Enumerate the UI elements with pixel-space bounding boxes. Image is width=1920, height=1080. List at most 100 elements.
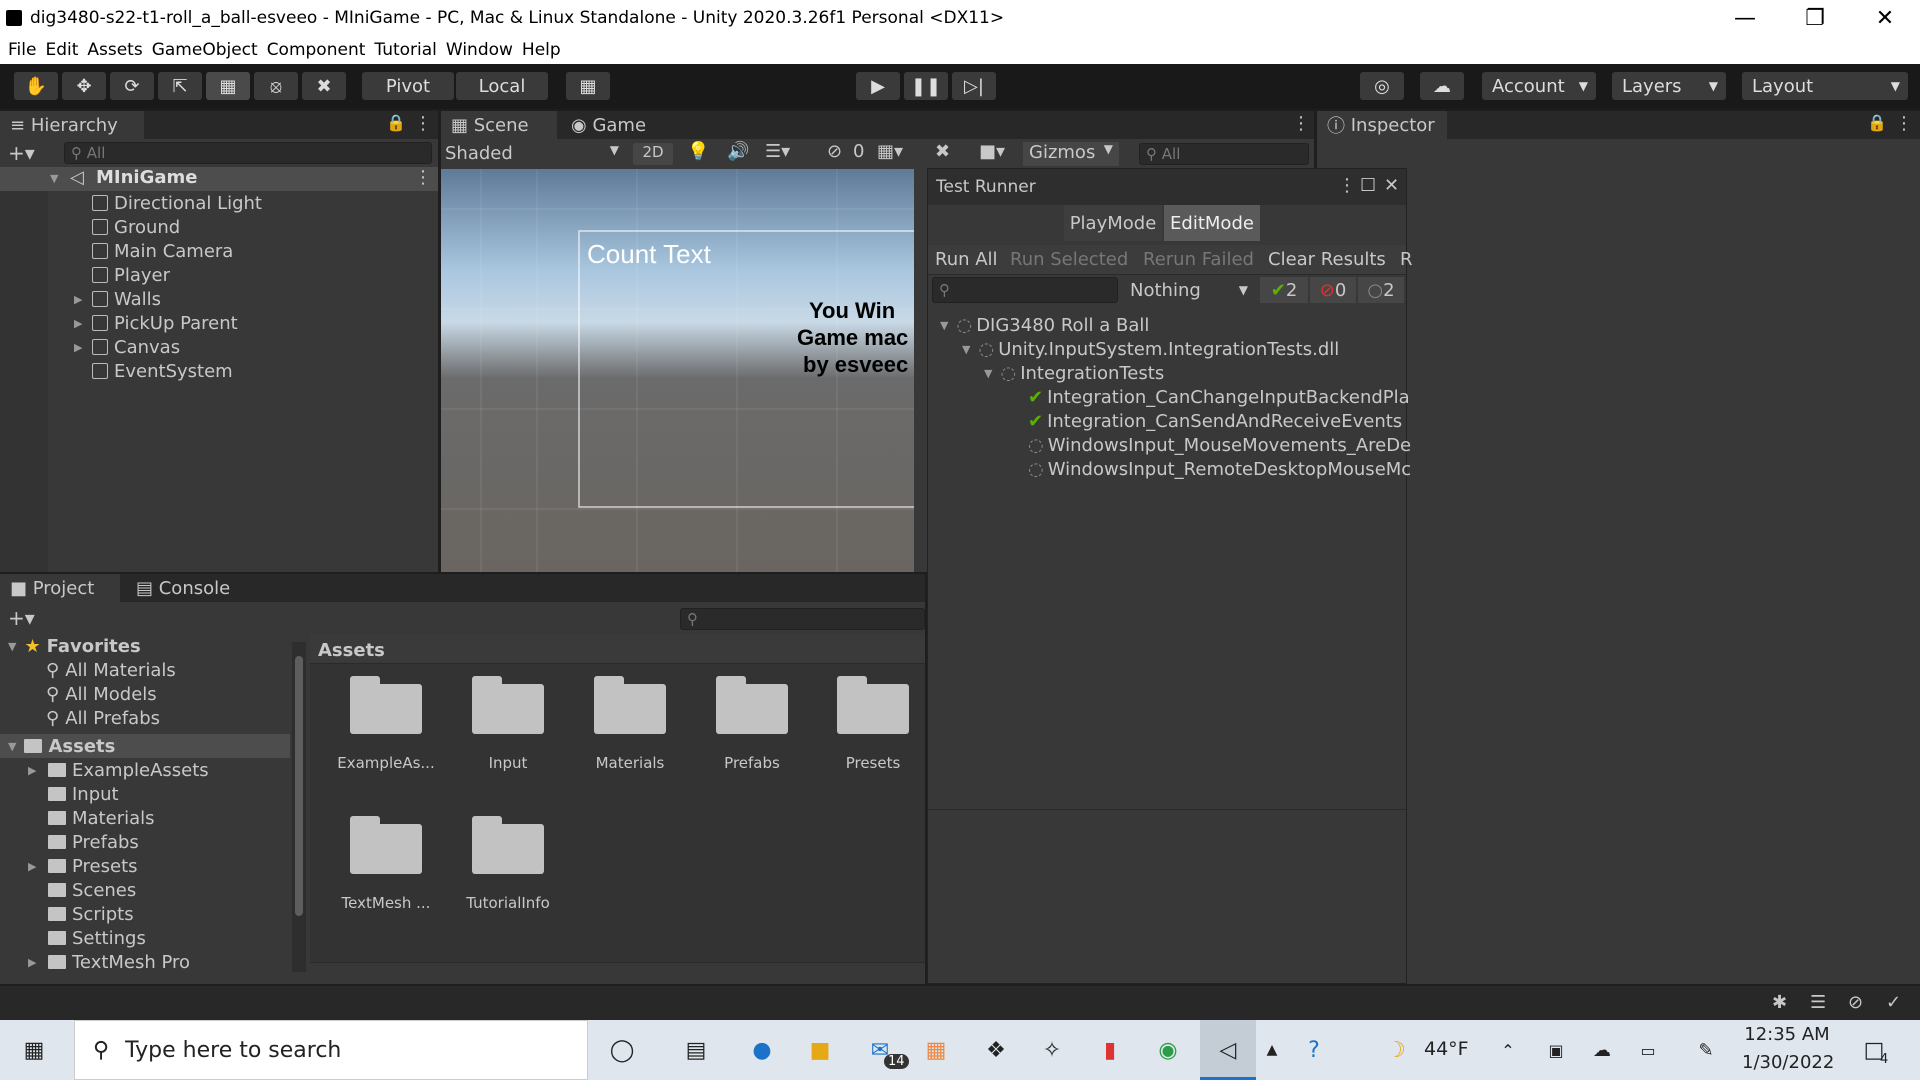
- close-icon[interactable]: ✕: [1384, 175, 1399, 196]
- folder-icon[interactable]: [472, 814, 544, 874]
- project-search-input[interactable]: ⚲: [680, 608, 925, 630]
- favorites-row[interactable]: ▼ ★ Favorites: [0, 634, 290, 658]
- expand-triangle-icon[interactable]: ▶: [28, 764, 36, 777]
- maximize-icon[interactable]: ☐: [1360, 175, 1376, 196]
- no-entry-icon[interactable]: ⊘: [1848, 992, 1863, 1013]
- lock-icon[interactable]: 🔒: [386, 113, 406, 132]
- hierarchy-item[interactable]: PickUp Parent: [92, 311, 238, 335]
- failed-filter[interactable]: ⊘ 0: [1310, 277, 1356, 303]
- test-node[interactable]: ▼ ◌ Unity.InputSystem.IntegrationTests.dll: [962, 337, 1339, 361]
- office-icon[interactable]: ▮: [1094, 1034, 1126, 1066]
- menu-component[interactable]: Component: [267, 40, 366, 60]
- run-all-button[interactable]: Run All: [935, 249, 998, 270]
- fav-item[interactable]: ⚲ All Prefabs: [46, 706, 160, 730]
- chrome-icon[interactable]: ◉: [1152, 1034, 1184, 1066]
- taskbar-search-input[interactable]: ⚲ Type here to search: [74, 1020, 588, 1080]
- fav-item[interactable]: ⚲ All Models: [46, 682, 157, 706]
- menu-gameobject[interactable]: GameObject: [152, 40, 258, 60]
- windows-start-icon[interactable]: ▦: [18, 1034, 50, 1066]
- local-toggle[interactable]: Local: [456, 72, 548, 100]
- minimize-button[interactable]: —: [1710, 0, 1780, 36]
- grid-icon[interactable]: ▦▾: [877, 141, 903, 162]
- tab-playmode[interactable]: PlayMode: [1064, 205, 1162, 241]
- transform-tool-icon[interactable]: ⦻: [254, 72, 298, 100]
- add-icon[interactable]: +▾: [8, 141, 35, 165]
- clock-date[interactable]: 1/30/2022: [1742, 1052, 1834, 1073]
- asset-folder[interactable]: Settings: [48, 926, 146, 950]
- tab-project[interactable]: ■ Project: [0, 574, 120, 602]
- asset-folder[interactable]: TextMesh Pro: [48, 950, 190, 974]
- shading-dropdown[interactable]: Shaded ▼: [445, 143, 625, 165]
- unity-taskbar-button[interactable]: ◁: [1200, 1020, 1256, 1080]
- scale-tool-icon[interactable]: ⇱: [158, 72, 202, 100]
- passed-filter[interactable]: ✔ 2: [1260, 277, 1308, 303]
- menu-window[interactable]: Window: [446, 40, 513, 60]
- hierarchy-item[interactable]: EventSystem: [92, 359, 233, 383]
- add-icon[interactable]: +▾: [8, 606, 35, 630]
- tools-icon[interactable]: ✖: [935, 141, 950, 162]
- folder-icon[interactable]: [837, 674, 909, 734]
- camera-icon[interactable]: ■▾: [979, 141, 1005, 162]
- edge-icon[interactable]: ●: [746, 1034, 778, 1066]
- test-node[interactable]: ✔ Integration_CanChangeInputBackendPla: [1028, 385, 1410, 409]
- menu-help[interactable]: Help: [522, 40, 561, 60]
- folder-icon[interactable]: [716, 674, 788, 734]
- more-icon[interactable]: ⋮: [1895, 113, 1913, 134]
- scene-viewport[interactable]: Count Text You Win Game mac by esveec: [441, 169, 914, 572]
- expand-triangle-icon[interactable]: ▼: [8, 740, 16, 753]
- lighting-icon[interactable]: 💡: [687, 141, 709, 162]
- expand-triangle-icon[interactable]: ▶: [28, 956, 36, 969]
- folder-icon[interactable]: [350, 814, 422, 874]
- meet-icon[interactable]: ▣: [1540, 1034, 1572, 1066]
- hierarchy-item[interactable]: Canvas: [92, 335, 180, 359]
- asset-folder[interactable]: Scripts: [48, 902, 134, 926]
- collab-icon[interactable]: ◎: [1360, 72, 1404, 100]
- help-icon[interactable]: ?: [1298, 1034, 1330, 1066]
- expand-triangle-icon[interactable]: ▶: [74, 317, 82, 330]
- skipped-filter[interactable]: ○ 2: [1358, 277, 1404, 303]
- expand-triangle-icon[interactable]: ▶: [74, 341, 82, 354]
- test-node[interactable]: ✔ Integration_CanSendAndReceiveEvents: [1028, 409, 1402, 433]
- tab-console[interactable]: ▤ Console: [126, 574, 246, 602]
- asset-folder[interactable]: Scenes: [48, 878, 136, 902]
- ok-icon[interactable]: ✓: [1886, 992, 1901, 1013]
- clock-time[interactable]: 12:35 AM: [1742, 1024, 1832, 1045]
- toggle-2d-button[interactable]: 2D: [633, 143, 673, 165]
- expand-triangle-icon[interactable]: ▼: [940, 319, 948, 332]
- hand-tool-icon[interactable]: ✋: [14, 72, 58, 100]
- scene-row[interactable]: ▼ ◁ MIniGame ⋮: [0, 167, 438, 191]
- lock-icon[interactable]: 🔒: [1867, 113, 1887, 132]
- layers-dropdown[interactable]: Layers ▼: [1612, 72, 1726, 100]
- asset-folder[interactable]: Input: [48, 782, 119, 806]
- hierarchy-item[interactable]: Walls: [92, 287, 161, 311]
- scene-more-icon[interactable]: ⋮: [414, 167, 432, 188]
- expand-triangle-icon[interactable]: ▼: [984, 367, 992, 380]
- more-icon[interactable]: ⋮: [414, 113, 432, 134]
- pause-button[interactable]: ❚❚: [904, 72, 948, 100]
- audio-icon[interactable]: 🔊: [727, 141, 749, 162]
- folder-icon[interactable]: [350, 674, 422, 734]
- onedrive-icon[interactable]: ☁: [1586, 1034, 1618, 1066]
- grid-snap-icon[interactable]: ▦: [566, 72, 610, 100]
- clear-results-button[interactable]: Clear Results: [1268, 249, 1386, 270]
- cloud-icon[interactable]: ☁: [1420, 72, 1464, 100]
- close-button[interactable]: ✕: [1850, 0, 1920, 36]
- scroll-arrows-icon[interactable]: ▲: [1256, 1034, 1288, 1066]
- hierarchy-item[interactable]: Main Camera: [92, 239, 233, 263]
- file-explorer-icon[interactable]: ■: [804, 1034, 836, 1066]
- test-node[interactable]: ◌ WindowsInput_RemoteDesktopMouseMc: [1028, 457, 1411, 481]
- run-selected-button[interactable]: Run Selected: [1010, 249, 1128, 270]
- filter-dropdown[interactable]: Nothing ▼: [1124, 277, 1252, 303]
- tab-game[interactable]: ◉ Game: [561, 111, 661, 139]
- expand-triangle-icon[interactable]: ▼: [50, 172, 58, 185]
- layout-dropdown[interactable]: Layout ▼: [1742, 72, 1908, 100]
- folder-icon[interactable]: [594, 674, 666, 734]
- asset-folder[interactable]: ExampleAssets: [48, 758, 209, 782]
- cortana-icon[interactable]: ◯: [606, 1034, 638, 1066]
- app-icon[interactable]: ✧: [1036, 1034, 1068, 1066]
- rect-tool-icon[interactable]: ▦: [206, 72, 250, 100]
- gizmos-dropdown[interactable]: Gizmos ▼: [1023, 142, 1119, 166]
- test-node[interactable]: ◌ WindowsInput_MouseMovements_AreDe: [1028, 433, 1411, 457]
- tab-editmode[interactable]: EditMode: [1164, 205, 1260, 241]
- rotate-tool-icon[interactable]: ⟳: [110, 72, 154, 100]
